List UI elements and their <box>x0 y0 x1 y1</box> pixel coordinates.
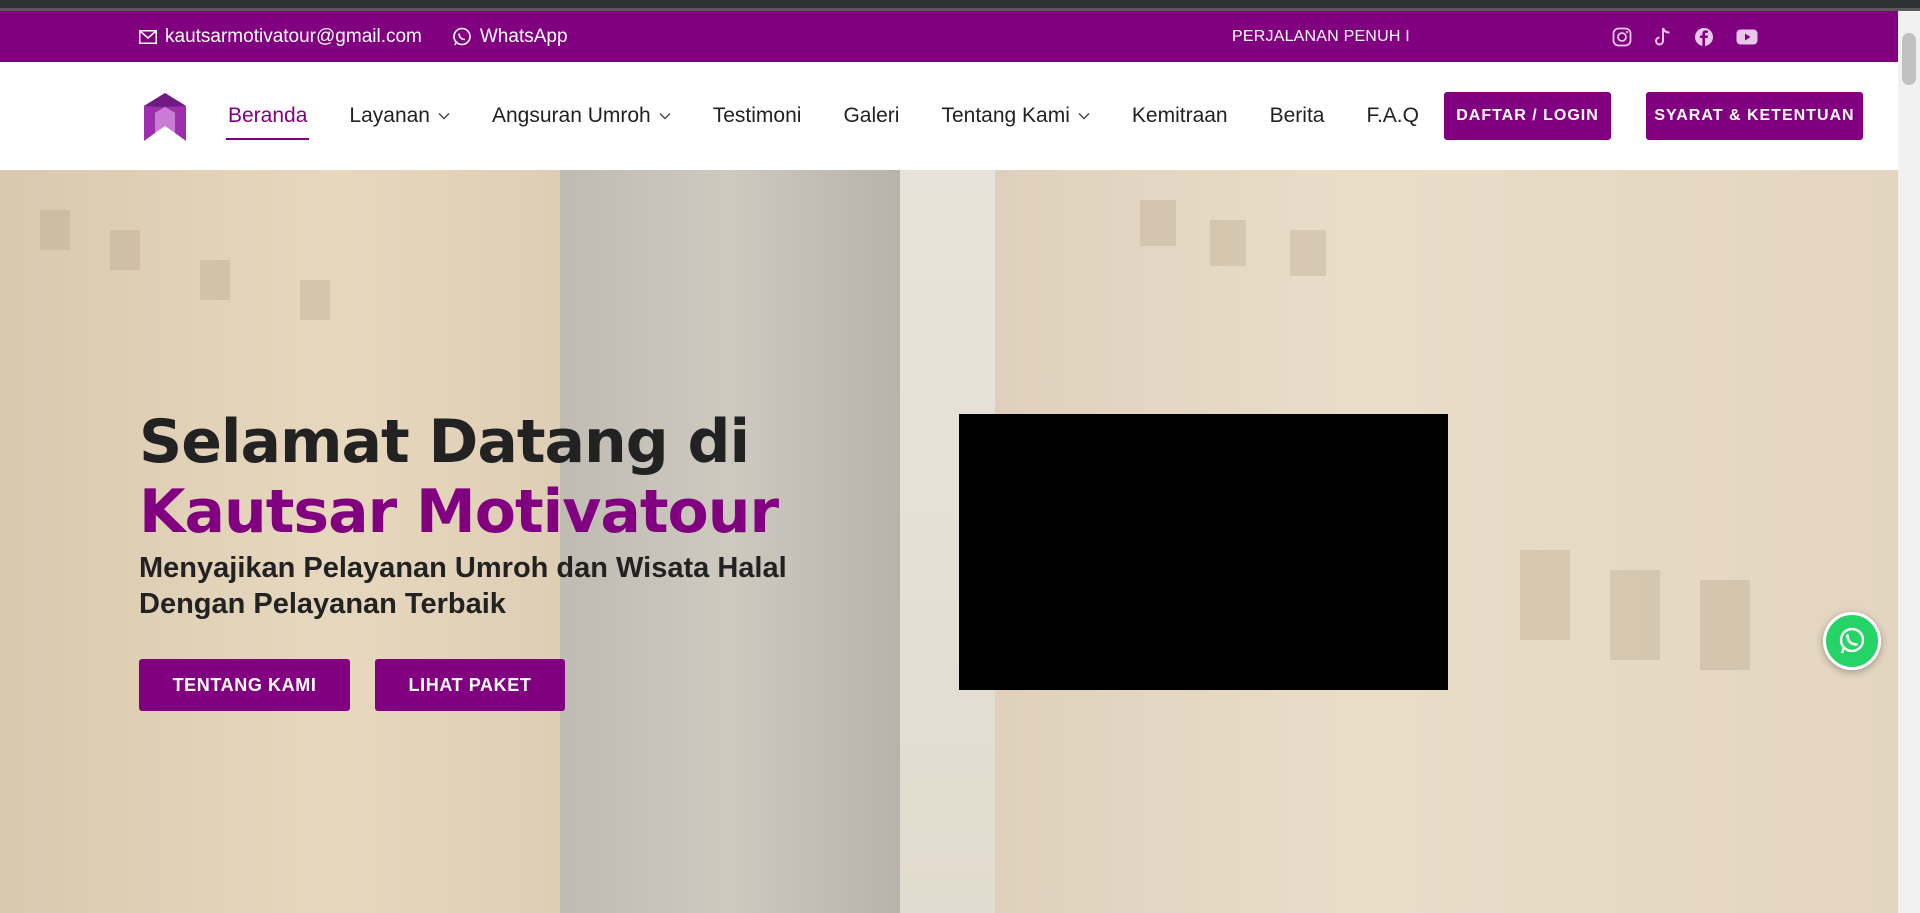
whatsapp-icon <box>1839 627 1865 654</box>
nav-tentang-kami[interactable]: Tentang Kami <box>941 96 1090 136</box>
nav-layanan-label: Layanan <box>349 104 430 127</box>
kautsar-logo[interactable] <box>141 91 189 143</box>
whatsapp-float-button[interactable] <box>1823 612 1881 670</box>
nav-beranda-label: Beranda <box>228 104 308 127</box>
hero-subtitle: Menyajikan Pelayanan Umroh dan Wisata Ha… <box>139 552 787 620</box>
nav-testimoni-label: Testimoni <box>712 104 802 127</box>
nav-angsuran-umroh[interactable]: Angsuran Umroh <box>492 96 671 136</box>
main-nav: Beranda Layanan Angsuran Umroh Testimoni… <box>225 62 1461 170</box>
nav-testimoni[interactable]: Testimoni <box>713 96 802 136</box>
terms-button[interactable]: SYARAT & KETENTUAN <box>1646 92 1863 140</box>
hero-title-line2: Kautsar Motivatour <box>139 477 779 547</box>
main-navbar: Beranda Layanan Angsuran Umroh Testimoni… <box>0 62 1898 170</box>
hero-title-line1: Selamat Datang di <box>139 407 750 477</box>
nav-berita-label: Berita <box>1269 104 1325 127</box>
browser-edge <box>0 0 1920 11</box>
hero-section: Selamat Datang di Kautsar Motivatour Men… <box>0 170 1898 913</box>
hero-title: Selamat Datang di Kautsar Motivatour <box>139 407 779 547</box>
login-button[interactable]: DAFTAR / LOGIN <box>1444 92 1611 140</box>
nav-faq-label: F.A.Q <box>1366 104 1419 127</box>
marquee-text: PERJALANAN PENUH I <box>1232 27 1410 45</box>
nav-galeri-label: Galeri <box>843 104 900 127</box>
whatsapp-icon <box>453 27 471 45</box>
chevron-down-icon <box>1078 113 1090 120</box>
nav-galeri[interactable]: Galeri <box>843 96 899 136</box>
top-bar: kautsarmotivatour@gmail.com WhatsApp PER… <box>0 11 1898 62</box>
video-embed[interactable] <box>959 414 1448 690</box>
instagram-icon[interactable] <box>1612 27 1632 47</box>
nav-berita[interactable]: Berita <box>1270 96 1325 136</box>
email-link[interactable]: kautsarmotivatour@gmail.com <box>139 26 422 48</box>
email-text: kautsarmotivatour@gmail.com <box>165 25 422 47</box>
nav-kemitraan-label: Kemitraan <box>1131 104 1228 127</box>
scrollbar-thumb[interactable] <box>1902 33 1916 85</box>
nav-tentang-label: Tentang Kami <box>941 104 1070 127</box>
youtube-icon[interactable] <box>1736 29 1758 45</box>
view-packages-button[interactable]: LIHAT PAKET <box>375 659 565 711</box>
nav-beranda[interactable]: Beranda <box>225 96 310 140</box>
nav-layanan[interactable]: Layanan <box>349 96 450 136</box>
page-scrollbar[interactable] <box>1898 11 1920 913</box>
tiktok-icon[interactable] <box>1654 27 1672 47</box>
nav-angsuran-label: Angsuran Umroh <box>491 104 651 127</box>
whatsapp-text: WhatsApp <box>479 25 568 47</box>
nav-kemitraan[interactable]: Kemitraan <box>1132 96 1228 136</box>
chevron-down-icon <box>438 113 450 120</box>
envelope-icon <box>139 29 157 44</box>
whatsapp-link[interactable]: WhatsApp <box>452 26 568 48</box>
facebook-icon[interactable] <box>1694 27 1714 47</box>
about-us-button[interactable]: TENTANG KAMI <box>139 659 350 711</box>
nav-faq[interactable]: F.A.Q <box>1366 96 1419 136</box>
chevron-down-icon <box>659 113 671 120</box>
